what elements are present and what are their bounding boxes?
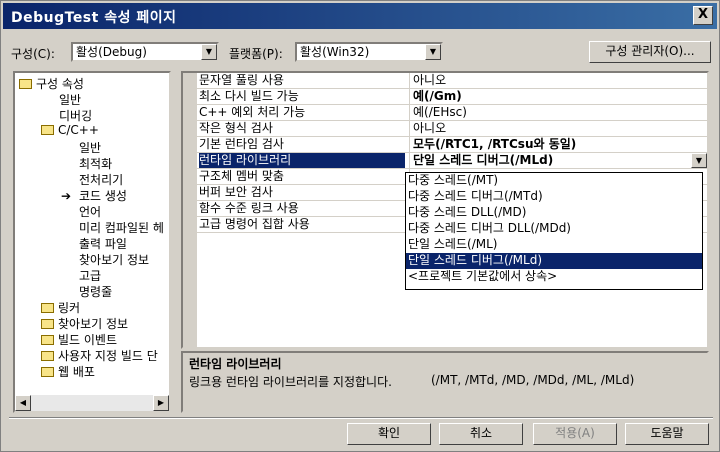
tree-item[interactable]: 전처리기 — [79, 171, 123, 188]
dropdown-option[interactable]: <프로젝트 기본값에서 상속> — [406, 269, 702, 285]
config-label: 구성(C): — [11, 47, 55, 61]
dropdown-option[interactable]: 다중 스레드(/MT) — [406, 173, 702, 189]
property-row[interactable]: 최소 다시 빌드 가능 예(/Gm) — [197, 89, 707, 105]
help-button[interactable]: 도움말 — [625, 423, 709, 445]
tree-horizontal-scrollbar[interactable]: ◀ ▶ — [15, 395, 169, 411]
folder-icon — [41, 351, 54, 361]
folder-icon — [41, 367, 54, 377]
tree-root[interactable]: 구성 속성 — [19, 75, 84, 92]
tree-item-cpp[interactable]: C/C++ — [41, 123, 99, 137]
config-combo-value: 활성(Debug) — [76, 45, 147, 59]
platform-combo-value: 활성(Win32) — [300, 45, 370, 59]
config-combo[interactable]: 활성(Debug) ▼ — [71, 42, 219, 62]
dropdown-option[interactable]: 다중 스레드 DLL(/MD) — [406, 205, 702, 221]
folder-open-icon — [41, 125, 54, 135]
apply-button[interactable]: 적용(A) — [533, 423, 617, 445]
folder-icon — [41, 303, 54, 313]
config-manager-button[interactable]: 구성 관리자(O)... — [589, 41, 711, 63]
close-button[interactable]: X — [693, 6, 713, 25]
tree-view[interactable]: 구성 속성 일반 디버깅 C/C++ 일반 최적화 전처리기 ➔ 코드 생성 언어… — [13, 71, 171, 413]
chevron-down-icon[interactable]: ▼ — [691, 153, 707, 168]
platform-combo[interactable]: 활성(Win32) ▼ — [295, 42, 443, 62]
ok-button[interactable]: 확인 — [347, 423, 431, 445]
description-title: 런타임 라이브러리 — [189, 357, 282, 371]
properties-dialog: DebugTest 속성 페이지 X 구성(C): 활성(Debug) ▼ 플랫… — [0, 0, 720, 452]
folder-icon — [41, 319, 54, 329]
tree-item[interactable]: 최적화 — [79, 155, 112, 172]
platform-label: 플랫폼(P): — [229, 47, 283, 61]
tree-item[interactable]: 디버깅 — [59, 107, 92, 124]
dropdown-option[interactable]: 단일 스레드(/ML) — [406, 237, 702, 253]
property-row[interactable]: 문자열 풀링 사용 아니오 — [197, 73, 707, 89]
cancel-button[interactable]: 취소 — [439, 423, 523, 445]
dropdown-option[interactable]: 다중 스레드 디버그(/MTd) — [406, 189, 702, 205]
tree-item[interactable]: 일반 — [79, 139, 101, 156]
divider — [9, 417, 713, 419]
property-row[interactable]: 작은 형식 검사 아니오 — [197, 121, 707, 137]
scroll-left-icon[interactable]: ◀ — [15, 395, 31, 411]
runtime-library-dropdown[interactable]: 다중 스레드(/MT) 다중 스레드 디버그(/MTd) 다중 스레드 DLL(… — [405, 172, 703, 290]
tree-item-folder[interactable]: 빌드 이벤트 — [41, 331, 117, 348]
folder-icon — [41, 335, 54, 345]
property-row[interactable]: 기본 런타임 검사 모두(/RTC1, /RTCsu와 동일) — [197, 137, 707, 153]
tree-item-folder[interactable]: 사용자 지정 빌드 단 — [41, 347, 158, 364]
dropdown-option[interactable]: 다중 스레드 디버그 DLL(/MDd) — [406, 221, 702, 237]
arrow-right-icon: ➔ — [61, 189, 72, 203]
description-text: 링크용 런타임 라이브러리를 지정합니다. — [189, 375, 392, 389]
description-codes: (/MT, /MTd, /MD, /MDd, /ML, /MLd) — [431, 373, 635, 387]
tree-item-folder[interactable]: 찾아보기 정보 — [41, 315, 128, 332]
tree-item[interactable]: 언어 — [79, 203, 101, 220]
tree-item[interactable]: 고급 — [79, 267, 101, 284]
tree-item-folder[interactable]: 링커 — [41, 299, 80, 316]
property-row-selected[interactable]: 런타임 라이브러리 단일 스레드 디버그(/MLd) ▼ — [197, 153, 707, 169]
grid-gutter — [183, 73, 197, 347]
chevron-down-icon[interactable]: ▼ — [425, 44, 441, 60]
dropdown-option-selected[interactable]: 단일 스레드 디버그(/MLd) — [406, 253, 702, 269]
chevron-down-icon[interactable]: ▼ — [201, 44, 217, 60]
tree-item[interactable]: 찾아보기 정보 — [79, 251, 149, 268]
window-title: DebugTest 속성 페이지 — [11, 10, 177, 26]
tree-item[interactable]: 출력 파일 — [79, 235, 127, 252]
tree-item[interactable]: 명령줄 — [79, 283, 112, 300]
tree-item[interactable]: 일반 — [59, 91, 81, 108]
property-row[interactable]: C++ 예외 처리 가능 예(/EHsc) — [197, 105, 707, 121]
description-panel: 런타임 라이브러리 링크용 런타임 라이브러리를 지정합니다. (/MT, /M… — [181, 351, 709, 413]
tree-item-code-gen[interactable]: ➔ 코드 생성 — [61, 187, 127, 204]
title-bar[interactable]: DebugTest 속성 페이지 X — [3, 3, 717, 29]
folder-open-icon — [19, 79, 32, 89]
tree-item[interactable]: 미리 컴파일된 헤 — [79, 219, 164, 236]
scroll-right-icon[interactable]: ▶ — [153, 395, 169, 411]
tree-item-folder[interactable]: 웹 배포 — [41, 363, 95, 380]
